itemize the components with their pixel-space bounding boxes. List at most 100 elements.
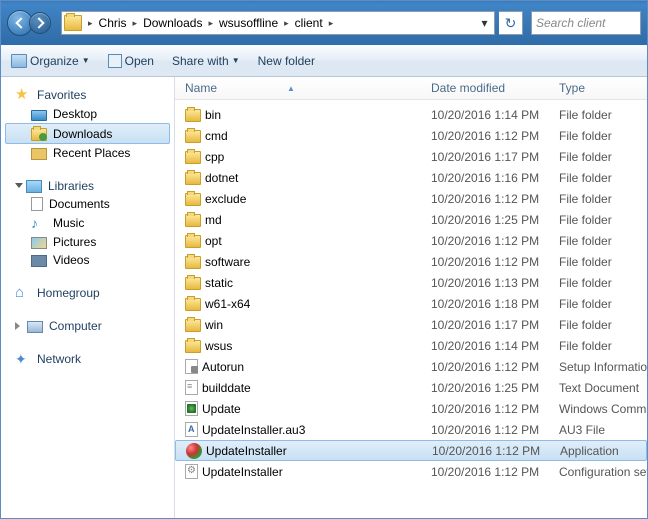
file-type: File folder xyxy=(559,276,647,290)
file-row[interactable]: cmd10/20/2016 1:12 PMFile folder xyxy=(175,125,647,146)
column-name[interactable]: Name▲ xyxy=(185,81,431,95)
title-bar: ▸ Chris ▸ Downloads ▸ wsusoffline ▸ clie… xyxy=(1,1,647,45)
file-type: File folder xyxy=(559,150,647,164)
file-date: 10/20/2016 1:14 PM xyxy=(431,339,559,353)
file-name: win xyxy=(205,318,223,332)
file-row[interactable]: static10/20/2016 1:13 PMFile folder xyxy=(175,272,647,293)
breadcrumb-item[interactable]: Downloads xyxy=(139,16,206,30)
sidebar-item-pictures[interactable]: Pictures xyxy=(1,233,174,251)
file-type: Windows Command xyxy=(559,402,647,416)
file-date: 10/20/2016 1:12 PM xyxy=(432,444,560,458)
dropdown-icon: ▼ xyxy=(232,56,240,65)
breadcrumb-item[interactable]: wsusoffline xyxy=(215,16,282,30)
chevron-right-icon[interactable]: ▸ xyxy=(88,18,93,29)
au3-icon xyxy=(185,422,198,437)
organize-button[interactable]: Organize▼ xyxy=(11,54,90,68)
file-row[interactable]: UpdateInstaller10/20/2016 1:12 PMConfigu… xyxy=(175,461,647,482)
column-type[interactable]: Type xyxy=(559,81,647,95)
file-row[interactable]: wsus10/20/2016 1:14 PMFile folder xyxy=(175,335,647,356)
file-name: cpp xyxy=(205,150,224,164)
file-row[interactable]: builddate10/20/2016 1:25 PMText Document xyxy=(175,377,647,398)
reg-icon xyxy=(185,401,198,416)
col-name-label: Name xyxy=(185,81,217,95)
chevron-right-icon[interactable]: ▸ xyxy=(208,18,213,29)
refresh-button[interactable]: ↻ xyxy=(499,11,523,35)
breadcrumb-item[interactable]: client xyxy=(291,16,327,30)
expand-icon xyxy=(15,183,23,188)
ini-icon xyxy=(185,359,198,374)
sidebar-libraries[interactable]: Libraries xyxy=(1,176,174,195)
sidebar-item-desktop[interactable]: Desktop xyxy=(1,105,174,123)
open-button[interactable]: Open xyxy=(108,54,154,68)
chevron-right-icon[interactable]: ▸ xyxy=(133,18,138,29)
forward-button[interactable] xyxy=(29,12,51,34)
file-name: w61-x64 xyxy=(205,297,250,311)
file-row[interactable]: win10/20/2016 1:17 PMFile folder xyxy=(175,314,647,335)
nav-buttons xyxy=(7,10,51,36)
file-type: File folder xyxy=(559,129,647,143)
homegroup-icon: ⌂ xyxy=(15,285,31,301)
favorites-label: Favorites xyxy=(37,88,86,102)
breadcrumb-item[interactable]: Chris xyxy=(95,16,131,30)
column-date[interactable]: Date modified xyxy=(431,81,559,95)
sidebar-favorites[interactable]: ★Favorites xyxy=(1,85,174,105)
chevron-right-icon[interactable]: ▸ xyxy=(284,18,289,29)
folder-icon xyxy=(185,193,201,206)
content-area: ★Favorites Desktop Downloads Recent Plac… xyxy=(1,77,647,518)
file-type: AU3 File xyxy=(559,423,647,437)
organize-label: Organize xyxy=(30,54,79,68)
libraries-icon xyxy=(26,180,42,193)
chevron-right-icon[interactable]: ▸ xyxy=(329,18,334,29)
address-dropdown-icon[interactable]: ▾ xyxy=(477,16,492,30)
toolbar: Organize▼ Open Share with▼ New folder xyxy=(1,45,647,77)
computer-icon xyxy=(27,321,43,333)
folder-icon xyxy=(185,298,201,311)
folder-icon xyxy=(185,130,201,143)
file-row[interactable]: cpp10/20/2016 1:17 PMFile folder xyxy=(175,146,647,167)
file-row[interactable]: Update10/20/2016 1:12 PMWindows Command xyxy=(175,398,647,419)
computer-label: Computer xyxy=(49,319,102,333)
sidebar-item-videos[interactable]: Videos xyxy=(1,251,174,269)
open-label: Open xyxy=(125,54,154,68)
file-row[interactable]: bin10/20/2016 1:14 PMFile folder xyxy=(175,104,647,125)
address-bar[interactable]: ▸ Chris ▸ Downloads ▸ wsusoffline ▸ clie… xyxy=(61,11,495,35)
file-row[interactable]: UpdateInstaller.au310/20/2016 1:12 PMAU3… xyxy=(175,419,647,440)
file-date: 10/20/2016 1:18 PM xyxy=(431,297,559,311)
file-type: Text Document xyxy=(559,381,647,395)
sidebar: ★Favorites Desktop Downloads Recent Plac… xyxy=(1,77,175,518)
downloads-icon xyxy=(31,128,47,141)
file-type: File folder xyxy=(559,255,647,269)
file-type: File folder xyxy=(559,318,647,332)
file-name: opt xyxy=(205,234,222,248)
file-row[interactable]: md10/20/2016 1:25 PMFile folder xyxy=(175,209,647,230)
sidebar-item-documents[interactable]: Documents xyxy=(1,195,174,213)
file-row[interactable]: dotnet10/20/2016 1:16 PMFile folder xyxy=(175,167,647,188)
sidebar-item-downloads[interactable]: Downloads xyxy=(5,123,170,144)
folder-icon xyxy=(185,319,201,332)
file-row[interactable]: Autorun10/20/2016 1:12 PMSetup Informati… xyxy=(175,356,647,377)
folder-icon xyxy=(185,235,201,248)
sidebar-computer[interactable]: Computer xyxy=(1,317,174,335)
share-button[interactable]: Share with▼ xyxy=(172,54,240,68)
search-input[interactable]: Search client xyxy=(531,11,641,35)
forward-arrow-icon xyxy=(33,17,44,28)
sidebar-item-recent[interactable]: Recent Places xyxy=(1,144,174,162)
new-folder-button[interactable]: New folder xyxy=(258,54,315,68)
sidebar-homegroup[interactable]: ⌂Homegroup xyxy=(1,283,174,303)
txt-icon xyxy=(185,380,198,395)
sidebar-network[interactable]: ✦Network xyxy=(1,349,174,369)
cfg-icon xyxy=(185,464,198,479)
sidebar-item-music[interactable]: ♪Music xyxy=(1,213,174,233)
file-row[interactable]: opt10/20/2016 1:12 PMFile folder xyxy=(175,230,647,251)
dropdown-icon: ▼ xyxy=(82,56,90,65)
sidebar-item-label: Recent Places xyxy=(53,146,130,160)
file-row[interactable]: w61-x6410/20/2016 1:18 PMFile folder xyxy=(175,293,647,314)
file-row[interactable]: exclude10/20/2016 1:12 PMFile folder xyxy=(175,188,647,209)
documents-icon xyxy=(31,197,43,211)
file-row[interactable]: UpdateInstaller10/20/2016 1:12 PMApplica… xyxy=(175,440,647,461)
file-name: builddate xyxy=(202,381,251,395)
column-headers: Name▲ Date modified Type xyxy=(175,77,647,100)
file-row[interactable]: software10/20/2016 1:12 PMFile folder xyxy=(175,251,647,272)
network-label: Network xyxy=(37,352,81,366)
folder-icon xyxy=(185,151,201,164)
